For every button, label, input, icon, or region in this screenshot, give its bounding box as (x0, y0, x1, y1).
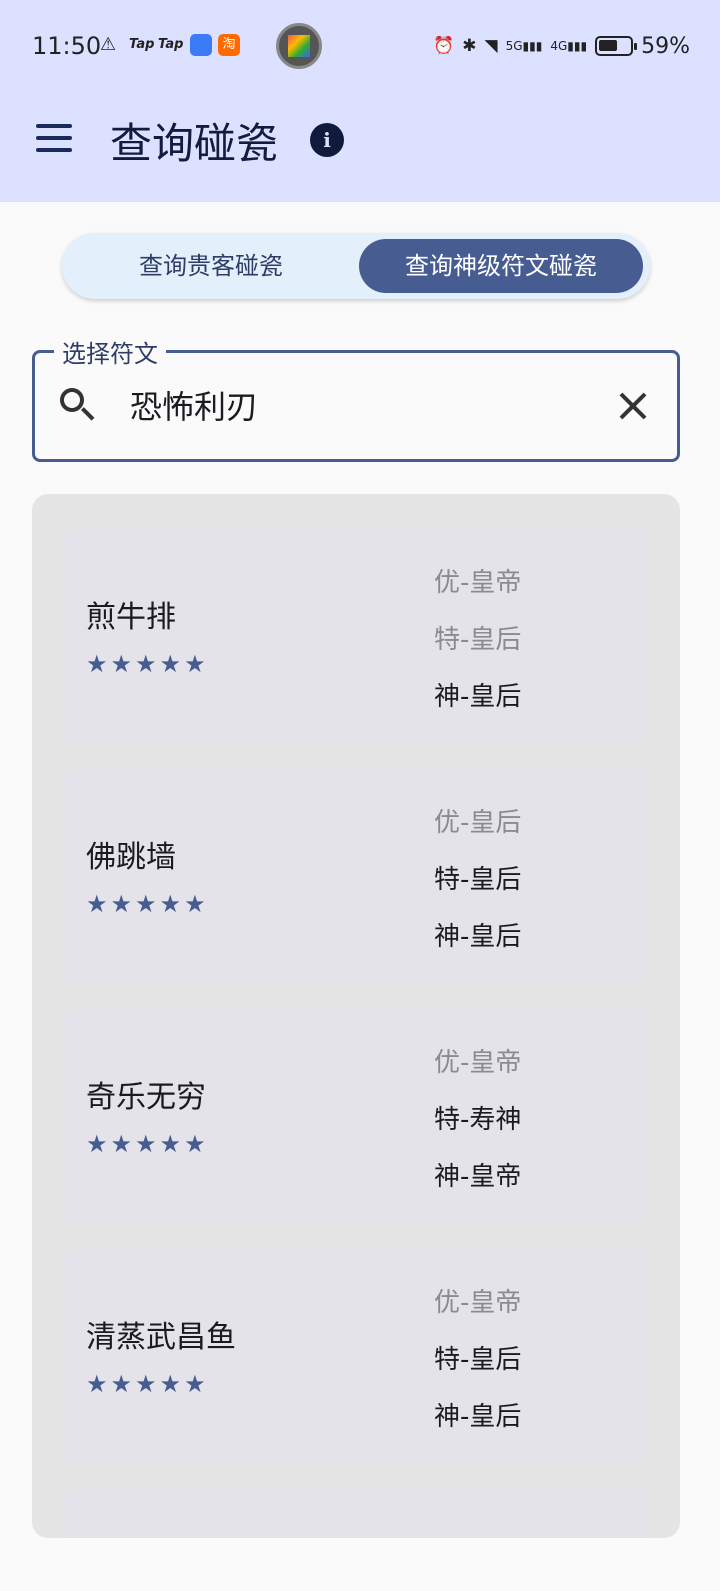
taptap-icon: Tap (129, 37, 155, 52)
star-rating: ★★★★★ (86, 1130, 209, 1158)
wifi-icon: ◥ (484, 36, 498, 56)
level-list: 优-皇帝 特-皇后 神-皇后 (434, 1282, 521, 1453)
status-time: 11:50 (32, 32, 102, 60)
segmented-tabs: 查询贵客碰瓷 查询神级符文碰瓷 (62, 233, 650, 299)
top-header: 11:50 ⚠ Tap Tap 淘 ⏰ ✱ ◥ 5G▮▮▮ 4G▮▮▮ 59% … (0, 0, 720, 202)
tab-rune-query[interactable]: 查询神级符文碰瓷 (359, 239, 643, 293)
warning-icon: ⚠ (100, 34, 117, 55)
bluetooth-icon: ✱ (462, 36, 477, 56)
dish-name: 煎牛排 (86, 600, 176, 635)
taobao-icon: 淘 (218, 34, 240, 56)
taptap-icon-2: Tap (158, 37, 184, 52)
level-shen: 神-皇帝 (434, 1162, 522, 1192)
level-list: 优-皇帝 特-寿神 神-皇帝 (434, 1042, 521, 1213)
level-te: 特-皇后 (434, 625, 522, 655)
avatar (276, 23, 322, 69)
level-you: 优-皇帝 (434, 568, 522, 598)
app-notification-icon (190, 34, 212, 56)
level-list: 优-皇后 特-皇后 神-皇后 (434, 802, 521, 973)
battery-percent: 59% (641, 33, 690, 59)
level-you: 优-皇后 (434, 808, 522, 838)
menu-icon[interactable] (36, 124, 72, 152)
dish-name: 清蒸武昌鱼 (86, 1320, 236, 1355)
list-item[interactable]: 奇乐无穷 ★★★★★ 优-皇帝 特-寿神 神-皇帝 (62, 1008, 650, 1224)
list-item[interactable]: 煎牛排 ★★★★★ 优-皇帝 特-皇后 神-皇后 (62, 528, 650, 744)
level-shen: 神-皇后 (434, 922, 522, 952)
page-title: 查询碰瓷 (110, 119, 279, 168)
star-rating: ★★★★★ (86, 1370, 209, 1398)
dish-name: 佛跳墙 (86, 840, 176, 875)
signal-4g-icon: 4G▮▮▮ (550, 39, 588, 53)
results-list[interactable]: 煎牛排 ★★★★★ 优-皇帝 特-皇后 神-皇后 佛跳墙 ★★★★★ 优-皇后 … (32, 494, 680, 1538)
status-indicators: ⏰ ✱ ◥ 5G▮▮▮ 4G▮▮▮ 59% (433, 33, 690, 59)
signal-5g-icon: 5G▮▮▮ (505, 39, 543, 53)
star-rating: ★★★★★ (86, 890, 209, 918)
list-item[interactable]: 佛跳墙 ★★★★★ 优-皇后 特-皇后 神-皇后 (62, 768, 650, 984)
status-bar: 11:50 ⚠ Tap Tap 淘 ⏰ ✱ ◥ 5G▮▮▮ 4G▮▮▮ 59% (0, 22, 720, 69)
alarm-icon: ⏰ (433, 36, 455, 56)
level-te: 特-皇后 (434, 1345, 522, 1375)
level-shen: 神-皇后 (434, 1402, 522, 1432)
level-list: 优-皇帝 特-皇后 神-皇后 (434, 562, 521, 733)
list-item[interactable]: 清蒸武昌鱼 ★★★★★ 优-皇帝 特-皇后 神-皇后 (62, 1248, 650, 1464)
level-you: 优-皇帝 (434, 1048, 522, 1078)
level-te: 特-皇后 (434, 865, 522, 895)
list-item-partial[interactable] (62, 1488, 650, 1538)
level-shen: 神-皇后 (434, 682, 522, 712)
info-icon[interactable]: i (310, 123, 344, 157)
dish-name: 奇乐无穷 (86, 1080, 206, 1115)
search-icon (56, 385, 96, 425)
battery-icon (595, 36, 638, 56)
close-icon[interactable] (612, 385, 654, 427)
level-you: 优-皇帝 (434, 1288, 522, 1318)
level-te: 特-寿神 (434, 1105, 522, 1135)
search-input[interactable] (130, 382, 590, 428)
field-label: 选择符文 (54, 334, 166, 369)
star-rating: ★★★★★ (86, 650, 209, 678)
tab-guest-query[interactable]: 查询贵客碰瓷 (70, 239, 352, 293)
